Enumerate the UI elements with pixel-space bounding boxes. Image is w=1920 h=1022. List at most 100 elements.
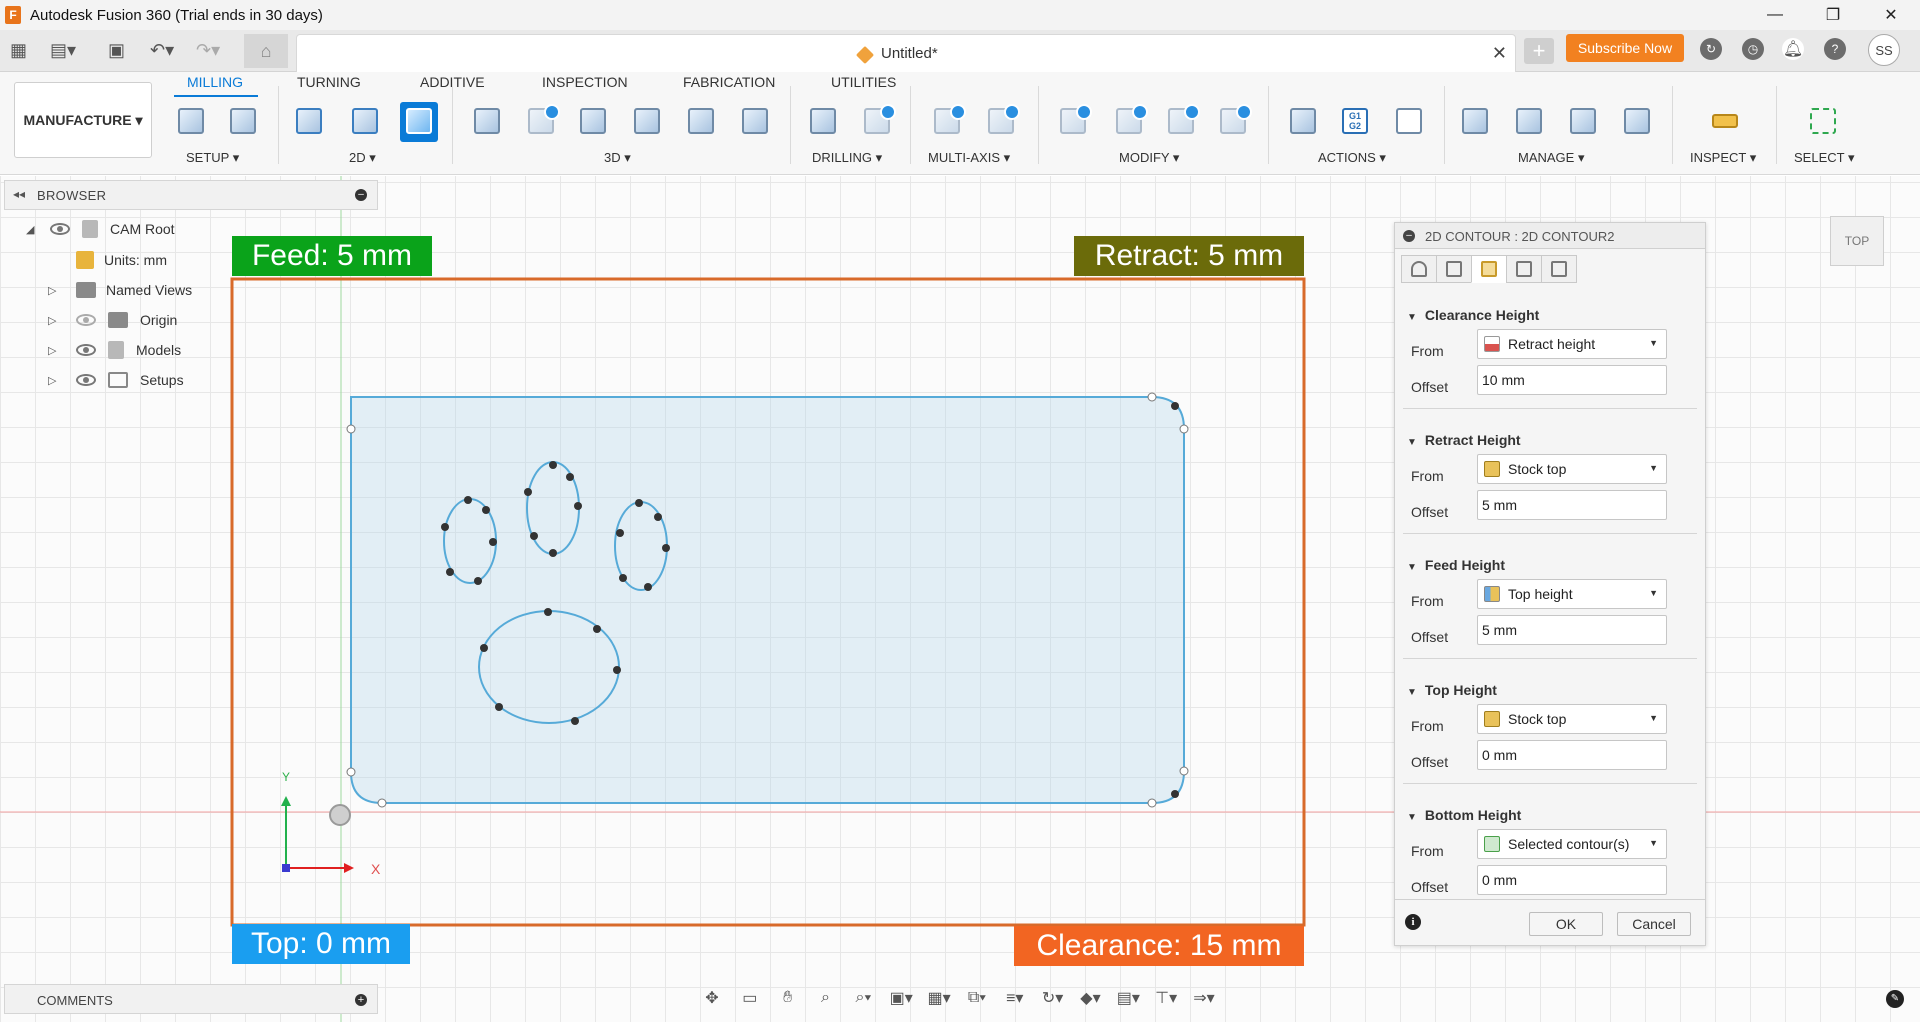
multi-axis-tool-2[interactable] <box>982 102 1020 142</box>
browser-item-origin[interactable]: ▷ Origin <box>48 307 188 333</box>
document-tab[interactable]: Untitled* ✕ <box>296 34 1516 72</box>
collapse-browser-icon[interactable]: ◂◂ <box>13 187 25 201</box>
feedback-icon[interactable]: ✎ <box>1886 990 1904 1008</box>
retract-offset-input[interactable]: 5 mm <box>1477 490 1667 520</box>
hidden-eye-icon[interactable] <box>76 314 96 326</box>
modify-tool-1[interactable] <box>1054 102 1092 142</box>
hole-recognition-tool[interactable] <box>858 102 896 142</box>
2d-contour-tool[interactable] <box>400 102 438 142</box>
setup-folder-tool[interactable] <box>172 102 210 142</box>
expand-triangle-icon[interactable]: ▷ <box>48 344 56 357</box>
job-status-icon[interactable]: ◷ <box>1742 38 1764 60</box>
section-bottom-height[interactable]: Bottom Height <box>1407 807 1521 823</box>
home-icon[interactable]: ⌂ <box>244 34 288 68</box>
section-top-height[interactable]: Top Height <box>1407 682 1497 698</box>
post-library-tool[interactable] <box>1618 102 1656 142</box>
refresh-icon[interactable]: ↻▾ <box>1041 988 1065 1008</box>
minimize-button[interactable]: — <box>1746 0 1804 30</box>
window-select-tool[interactable] <box>1804 102 1842 142</box>
3d-group-label[interactable]: 3D ▾ <box>604 150 631 166</box>
3d-pocket-tool[interactable] <box>522 102 560 142</box>
select-group-label[interactable]: SELECT ▾ <box>1794 150 1854 166</box>
post-process-tool[interactable]: G1 G2 <box>1336 102 1374 142</box>
new-tab-button[interactable]: + <box>1524 38 1554 64</box>
modify-group-label[interactable]: MODIFY ▾ <box>1119 150 1179 166</box>
tool-library-tool[interactable] <box>1456 102 1494 142</box>
comments-panel[interactable]: COMMENTS + <box>4 984 378 1014</box>
tool-display-icon[interactable]: ⊤▾ <box>1154 988 1178 1008</box>
setup-sheet-tool[interactable] <box>224 102 262 142</box>
workspace-switcher[interactable]: MANUFACTURE ▾ <box>14 82 152 158</box>
tab-tool[interactable] <box>1401 255 1437 283</box>
collapse-dialog-icon[interactable]: – <box>1403 230 1415 242</box>
extensions-icon[interactable]: ↻ <box>1700 38 1722 60</box>
2d-pocket-tool[interactable] <box>346 102 384 142</box>
3d-parallel-tool[interactable] <box>736 102 774 142</box>
top-offset-input[interactable]: 0 mm <box>1477 740 1667 770</box>
file-menu-icon[interactable]: ▤▾ <box>50 38 76 62</box>
modify-tool-2[interactable] <box>1110 102 1148 142</box>
cancel-button[interactable]: Cancel <box>1617 912 1691 936</box>
multi-axis-group-label[interactable]: MULTI-AXIS ▾ <box>928 150 1010 166</box>
tab-fabrication[interactable]: FABRICATION <box>683 74 775 90</box>
modify-tool-4[interactable] <box>1214 102 1252 142</box>
zoom-icon[interactable]: ⌕ <box>814 988 838 1008</box>
clearance-from-select[interactable]: Retract height ▼ <box>1477 329 1667 359</box>
machine-library-tool[interactable] <box>1510 102 1548 142</box>
section-feed-height[interactable]: Feed Height <box>1407 557 1505 573</box>
bottom-from-select[interactable]: Selected contour(s) ▼ <box>1477 829 1667 859</box>
orbit-pan-icon[interactable]: ✥ <box>700 988 724 1008</box>
3d-contour-tool[interactable] <box>682 102 720 142</box>
part-plate[interactable] <box>350 396 1185 804</box>
undo-icon[interactable]: ↶▾ <box>150 38 174 62</box>
feed-offset-input[interactable]: 5 mm <box>1477 615 1667 645</box>
setup-group-label[interactable]: SETUP ▾ <box>186 150 239 166</box>
view-cube[interactable]: TOP <box>1830 216 1884 266</box>
notifications-bell-icon[interactable]: 🔔︎ <box>1782 38 1804 60</box>
data-panel-grid-icon[interactable]: ▦ <box>10 38 27 62</box>
tab-inspection[interactable]: INSPECTION <box>542 74 628 90</box>
tab-geometry[interactable] <box>1436 255 1472 283</box>
template-library-tool[interactable] <box>1564 102 1602 142</box>
help-icon[interactable]: ? <box>1824 38 1846 60</box>
expand-triangle-icon[interactable]: ▷ <box>48 374 56 387</box>
stock-display-icon[interactable]: ◆▾ <box>1078 988 1102 1008</box>
setup-sheet-action-tool[interactable] <box>1390 102 1428 142</box>
3d-adaptive-tool[interactable] <box>468 102 506 142</box>
subscribe-now-button[interactable]: Subscribe Now <box>1566 34 1684 62</box>
viewports-icon[interactable]: ⧉▾ <box>965 988 989 1008</box>
browser-item-setups[interactable]: ▷ Setups <box>48 367 196 393</box>
browser-item-models[interactable]: ▷ Models <box>48 337 196 363</box>
look-at-icon[interactable]: ▭ <box>738 988 762 1008</box>
feed-from-select[interactable]: Top height ▼ <box>1477 579 1667 609</box>
actions-group-label[interactable]: ACTIONS ▾ <box>1318 150 1386 166</box>
close-tab-icon[interactable]: ✕ <box>1492 43 1507 64</box>
redo-icon[interactable]: ↷▾ <box>196 38 220 62</box>
browser-pin-icon[interactable]: – <box>355 189 367 201</box>
expand-triangle-icon[interactable]: ▷ <box>48 314 56 327</box>
expand-triangle-icon[interactable]: ▷ <box>48 284 56 297</box>
bottom-offset-input[interactable]: 0 mm <box>1477 865 1667 895</box>
clearance-offset-input[interactable]: 10 mm <box>1477 365 1667 395</box>
visibility-eye-icon[interactable] <box>76 374 96 386</box>
browser-item-cam-root[interactable]: ◢ CAM Root <box>26 216 206 242</box>
2d-adaptive-tool[interactable] <box>290 102 328 142</box>
tab-heights[interactable] <box>1471 255 1507 283</box>
simulate-tool[interactable] <box>1284 102 1322 142</box>
manage-group-label[interactable]: MANAGE ▾ <box>1518 150 1584 166</box>
browser-item-units[interactable]: Units: mm <box>76 247 186 273</box>
modify-tool-3[interactable] <box>1162 102 1200 142</box>
section-clearance-height[interactable]: Clearance Height <box>1407 307 1539 323</box>
expand-triangle-icon[interactable]: ◢ <box>26 223 34 236</box>
display-settings-icon[interactable]: ▣▾ <box>889 988 913 1008</box>
machine-display-icon[interactable]: ▤▾ <box>1116 988 1140 1008</box>
browser-panel-header[interactable]: ◂◂ BROWSER – <box>4 180 378 210</box>
tab-linking[interactable] <box>1541 255 1577 283</box>
zoom-window-icon[interactable]: ⌕▾ <box>851 988 875 1008</box>
top-from-select[interactable]: Stock top ▼ <box>1477 704 1667 734</box>
3d-scallop-tool[interactable] <box>628 102 666 142</box>
tab-turning[interactable]: TURNING <box>297 74 361 90</box>
grid-settings-icon[interactable]: ▦▾ <box>927 988 951 1008</box>
restore-button[interactable]: ❐ <box>1804 0 1862 30</box>
save-icon[interactable]: ▣ <box>108 38 125 62</box>
